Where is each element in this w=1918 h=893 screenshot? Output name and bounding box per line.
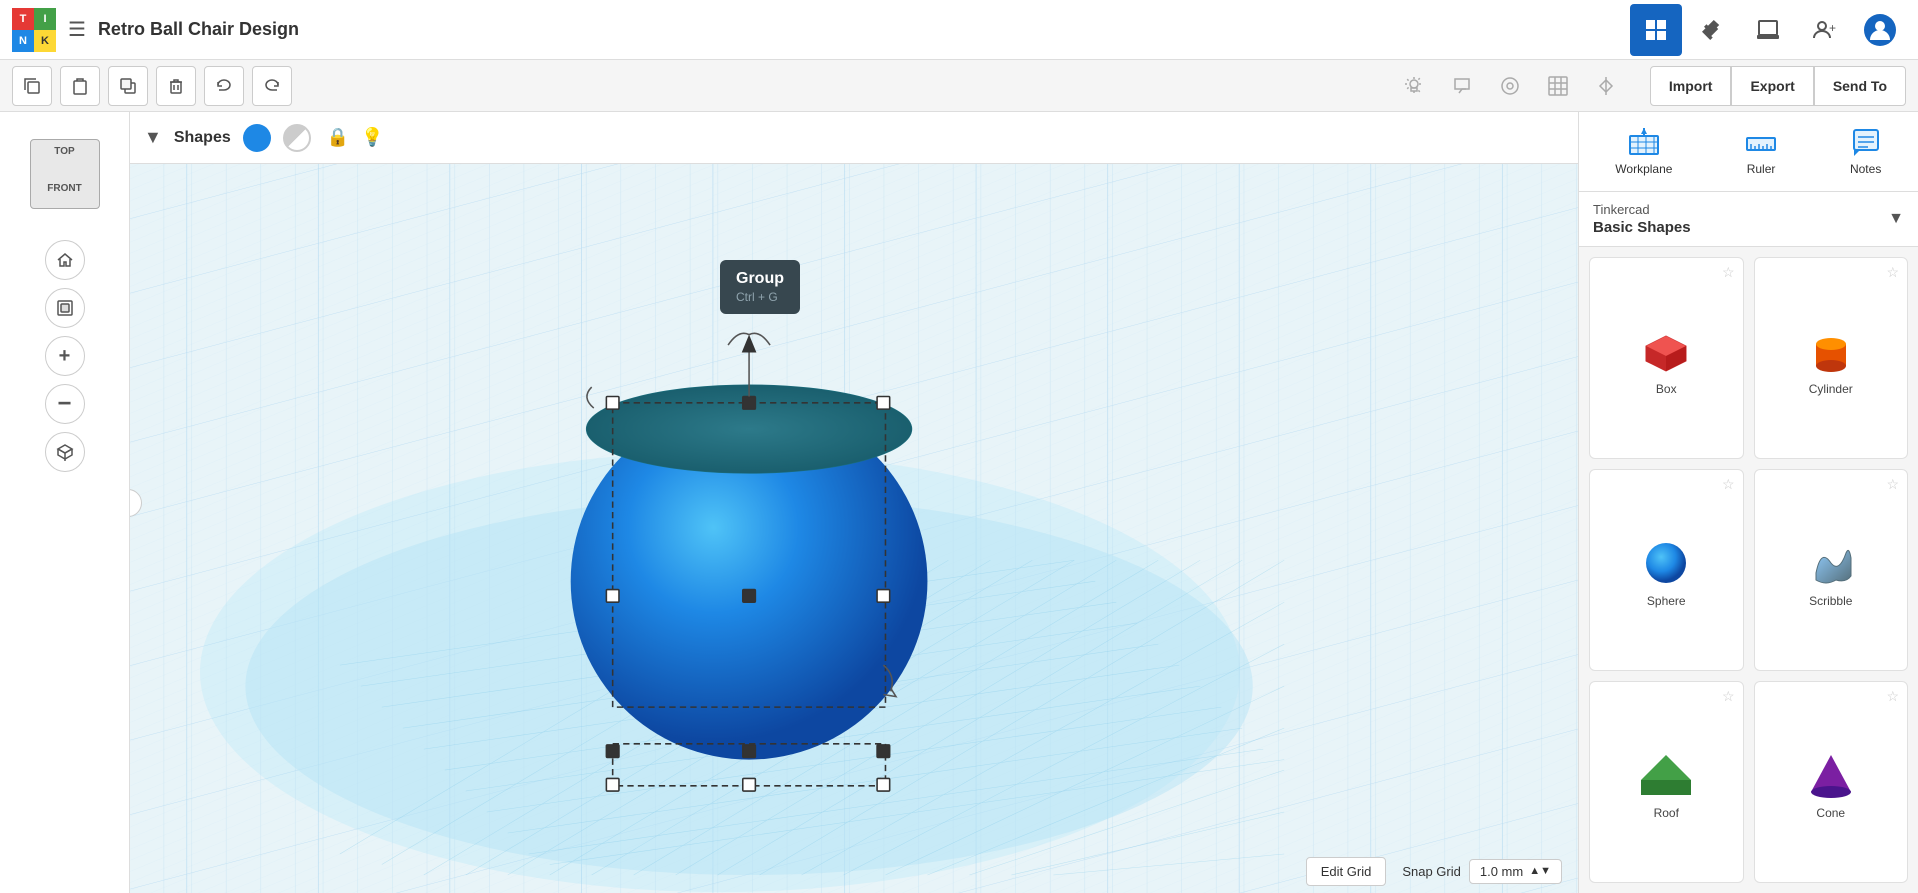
shape-item-box[interactable]: ☆ Box — [1589, 257, 1744, 459]
shape-item-roof[interactable]: ☆ Roof — [1589, 681, 1744, 883]
duplicate-button[interactable] — [108, 66, 148, 106]
snap-grid-label: Snap Grid — [1402, 864, 1461, 879]
box-shape-icon — [1636, 326, 1696, 376]
hole-color-button[interactable] — [283, 124, 311, 152]
light-icon[interactable] — [1394, 66, 1434, 106]
box-label: Box — [1656, 382, 1677, 396]
user-avatar-button[interactable] — [1854, 4, 1906, 56]
sphere-shape-icon — [1641, 538, 1691, 588]
scribble-favorite[interactable]: ☆ — [1886, 476, 1899, 493]
roof-shape-icon — [1636, 750, 1696, 800]
scribble-shape-icon — [1801, 538, 1861, 588]
canvas-area[interactable]: Group Ctrl + G ▼ Shapes 🔒 💡 Edit Grid Sn… — [130, 112, 1578, 893]
group-tooltip-title: Group — [736, 270, 784, 288]
shape-item-cylinder[interactable]: ☆ Cylinder — [1754, 257, 1909, 459]
cube-top-label: TOP — [54, 146, 74, 157]
snap-value-text: 1.0 mm — [1480, 864, 1523, 879]
scribble-label: Scribble — [1809, 594, 1852, 608]
cylinder-shape-icon — [1801, 326, 1861, 376]
paste-button[interactable] — [60, 66, 100, 106]
header: T I N K ☰ Retro Ball Chair Design + — [0, 0, 1918, 60]
edit-grid-button[interactable]: Edit Grid — [1306, 857, 1387, 886]
circle-target-icon[interactable] — [1490, 66, 1530, 106]
shapes-category: Tinkercad — [1593, 202, 1691, 217]
left-panel: TOP FRONT + − — [0, 112, 130, 893]
svg-text:+: + — [1829, 21, 1836, 35]
group-tooltip-shortcut: Ctrl + G — [736, 290, 784, 304]
export-button[interactable]: Export — [1731, 66, 1813, 106]
menu-icon[interactable]: ☰ — [68, 17, 86, 42]
project-title[interactable]: Retro Ball Chair Design — [98, 19, 1630, 40]
logo-n: N — [12, 30, 34, 52]
notes-label: Notes — [1850, 162, 1881, 176]
shapes-grid: ☆ Box ☆ Cylinder — [1579, 247, 1918, 893]
header-right: + — [1630, 4, 1906, 56]
import-button[interactable]: Import — [1650, 66, 1732, 106]
sphere-label: Sphere — [1647, 594, 1686, 608]
ruler-button[interactable]: Ruler — [1729, 122, 1793, 182]
snap-grid: Snap Grid 1.0 mm ▲▼ — [1402, 859, 1562, 884]
build-mode-button[interactable] — [1686, 4, 1738, 56]
shapes-selector: Tinkercad Basic Shapes ▼ — [1579, 192, 1918, 247]
group-tooltip: Group Ctrl + G — [720, 260, 800, 314]
shape-item-scribble[interactable]: ☆ Scribble — [1754, 469, 1909, 671]
ruler-label: Ruler — [1747, 162, 1776, 176]
lock-icon[interactable]: 🔒 — [327, 127, 349, 148]
view-cube[interactable]: TOP FRONT — [25, 124, 105, 224]
zoom-out-button[interactable]: − — [45, 384, 85, 424]
main-content: TOP FRONT + − — [0, 112, 1918, 893]
shapes-dropdown-arrow[interactable]: ▼ — [144, 127, 162, 148]
logo-i: I — [34, 8, 56, 30]
logo-t: T — [12, 8, 34, 30]
grid-view-button[interactable] — [1630, 4, 1682, 56]
redo-button[interactable] — [252, 66, 292, 106]
solid-color-button[interactable] — [243, 124, 271, 152]
workplane-button[interactable]: Workplane — [1599, 122, 1688, 182]
copy-button[interactable] — [12, 66, 52, 106]
cone-label: Cone — [1816, 806, 1845, 820]
add-user-button[interactable]: + — [1798, 4, 1850, 56]
3d-view-button[interactable] — [45, 432, 85, 472]
home-button[interactable] — [45, 240, 85, 280]
shapes-dropdown-arrow[interactable]: ▼ — [1888, 210, 1904, 228]
roof-label: Roof — [1654, 806, 1679, 820]
grid-align-icon[interactable] — [1538, 66, 1578, 106]
action-buttons: Import Export Send To — [1650, 66, 1906, 106]
cube-front-label: FRONT — [47, 183, 81, 194]
cylinder-favorite[interactable]: ☆ — [1886, 264, 1899, 281]
shape-item-sphere[interactable]: ☆ Sphere — [1589, 469, 1744, 671]
roof-favorite[interactable]: ☆ — [1722, 688, 1735, 705]
shapes-name: Basic Shapes — [1593, 219, 1691, 236]
fit-to-view-button[interactable] — [45, 288, 85, 328]
snap-value[interactable]: 1.0 mm ▲▼ — [1469, 859, 1562, 884]
3d-scene — [130, 112, 1578, 893]
export-mode-button[interactable] — [1742, 4, 1794, 56]
mirror-icon[interactable] — [1586, 66, 1626, 106]
right-panel: Workplane Ruler — [1578, 112, 1918, 893]
sphere-favorite[interactable]: ☆ — [1722, 476, 1735, 493]
bulb-icon[interactable]: 💡 — [361, 127, 383, 148]
box-favorite[interactable]: ☆ — [1722, 264, 1735, 281]
tinkercad-logo[interactable]: T I N K — [12, 8, 56, 52]
logo-k: K — [34, 30, 56, 52]
cone-favorite[interactable]: ☆ — [1886, 688, 1899, 705]
delete-button[interactable] — [156, 66, 196, 106]
notes-button[interactable]: Notes — [1834, 122, 1898, 182]
right-tools: Workplane Ruler — [1579, 112, 1918, 192]
shape-item-cone[interactable]: ☆ Cone — [1754, 681, 1909, 883]
undo-button[interactable] — [204, 66, 244, 106]
zoom-in-button[interactable]: + — [45, 336, 85, 376]
shapes-top-panel: ▼ Shapes 🔒 💡 — [130, 112, 1578, 164]
snap-value-arrow[interactable]: ▲▼ — [1529, 865, 1551, 877]
toolbar: Import Export Send To — [0, 60, 1918, 112]
cylinder-label: Cylinder — [1809, 382, 1853, 396]
shapes-label: Shapes — [174, 129, 231, 147]
bottom-bar: Edit Grid Snap Grid 1.0 mm ▲▼ — [130, 849, 1578, 893]
speech-icon[interactable] — [1442, 66, 1482, 106]
send-to-button[interactable]: Send To — [1814, 66, 1906, 106]
workplane-label: Workplane — [1615, 162, 1672, 176]
cone-shape-icon — [1801, 750, 1861, 800]
cube-face[interactable]: TOP FRONT — [30, 139, 100, 209]
